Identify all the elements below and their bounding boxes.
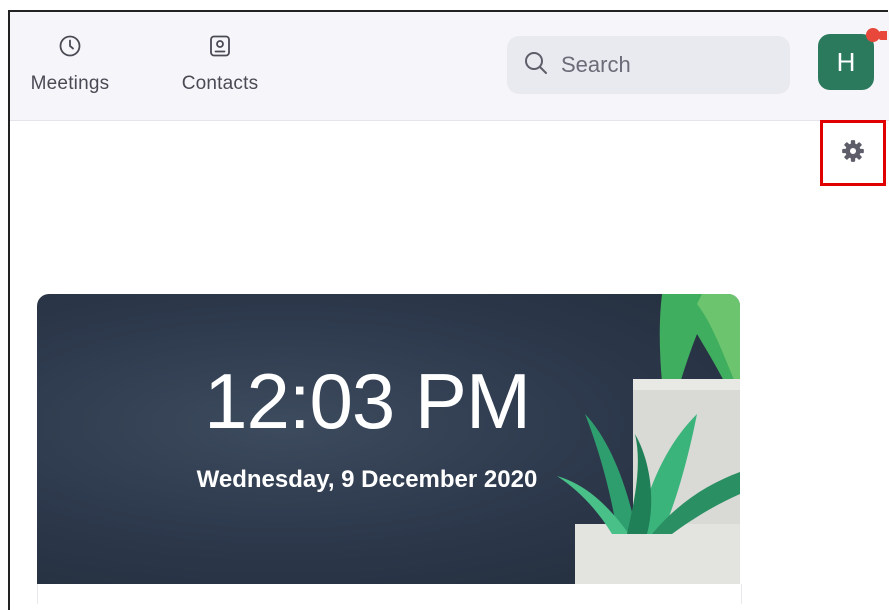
contact-card-icon — [208, 34, 232, 63]
current-time: 12:03 PM — [204, 357, 531, 445]
clock-icon — [58, 34, 82, 63]
window-top-strip — [0, 0, 889, 10]
tab-meetings-label: Meetings — [30, 73, 110, 94]
settings-button[interactable] — [820, 120, 886, 186]
gear-icon — [840, 138, 866, 169]
tab-meetings[interactable]: Meetings — [18, 34, 122, 95]
current-date: Wednesday, 9 December 2020 — [196, 466, 538, 493]
card-footer — [37, 584, 742, 604]
tab-contacts-label: Contacts — [181, 73, 259, 94]
notification-dot — [866, 28, 880, 42]
tab-contacts[interactable]: Contacts — [170, 34, 270, 95]
search-icon — [523, 50, 549, 81]
video-indicator-icon — [879, 31, 887, 40]
top-navigation-bar: Meetings Contacts Search H — [10, 12, 889, 121]
search-input[interactable]: Search — [507, 36, 790, 94]
search-placeholder: Search — [561, 52, 631, 77]
clock-card: 12:03 PM Wednesday, 9 December 2020 — [37, 294, 740, 584]
avatar[interactable]: H — [818, 34, 874, 90]
avatar-initial: H — [836, 46, 856, 77]
